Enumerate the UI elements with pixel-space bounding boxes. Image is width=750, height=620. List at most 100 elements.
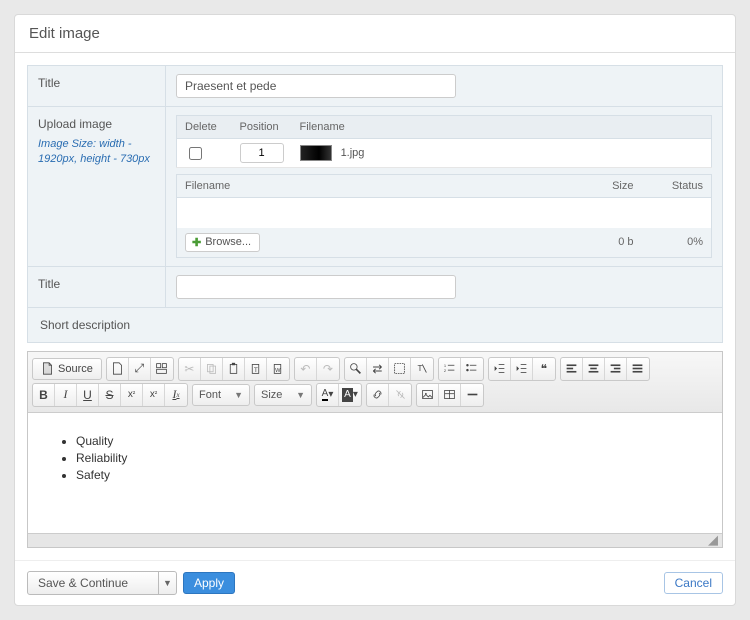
cut-icon[interactable]: ✂	[179, 358, 201, 380]
size-label: Size	[261, 389, 282, 401]
content-title-2	[166, 267, 722, 307]
newpage-icon[interactable]	[107, 358, 129, 380]
upload-dropzone[interactable]	[177, 198, 712, 228]
chevron-down-icon: ▼	[296, 390, 305, 400]
paste-icon[interactable]	[223, 358, 245, 380]
size-dropdown[interactable]: Size ▼	[254, 384, 312, 406]
svg-text:W: W	[275, 368, 281, 374]
rich-text-editor: Source ⤢ ✂	[27, 351, 723, 548]
label-title-1: Title	[28, 66, 166, 106]
content-upload: Delete Position Filename 1.jpg	[166, 107, 722, 266]
textcolor-icon[interactable]: A▾	[317, 384, 339, 406]
save-continue-select[interactable]: Save & Continue ▼	[27, 571, 177, 595]
position-input[interactable]	[240, 143, 284, 163]
source-button[interactable]: Source	[32, 358, 102, 380]
list-item: Safety	[76, 468, 692, 482]
svg-text:T: T	[418, 364, 423, 373]
indent-icon[interactable]	[511, 358, 533, 380]
up-col-status: Status	[642, 175, 712, 198]
content-title-1	[166, 66, 722, 106]
bold-icon[interactable]: B	[33, 384, 55, 406]
col-filename: Filename	[292, 116, 512, 139]
edit-image-panel: Edit image Title Upload image Image Size…	[14, 14, 736, 606]
apply-button[interactable]: Apply	[183, 572, 235, 594]
bullet-list: Quality Reliability Safety	[58, 434, 692, 482]
unlink-icon[interactable]	[389, 384, 411, 406]
browse-button[interactable]: ✚ Browse...	[185, 233, 260, 252]
source-label: Source	[58, 363, 93, 375]
browse-label: Browse...	[205, 236, 251, 248]
list-item: Reliability	[76, 451, 692, 465]
row-title-1: Title	[27, 65, 723, 107]
images-table: Delete Position Filename 1.jpg	[176, 115, 712, 168]
table-row: 1.jpg	[177, 139, 712, 168]
row-title-2: Title	[27, 267, 723, 308]
plus-icon: ✚	[192, 236, 201, 249]
upload-hint: Image Size: width - 1920px, height - 730…	[38, 137, 155, 167]
label-upload: Upload image Image Size: width - 1920px,…	[28, 107, 166, 266]
undo-icon[interactable]: ↶	[295, 358, 317, 380]
font-label: Font	[199, 389, 221, 401]
align-justify-icon[interactable]	[627, 358, 649, 380]
image-icon[interactable]	[417, 384, 439, 406]
file-icon	[41, 362, 54, 375]
svg-text:T: T	[254, 367, 258, 374]
panel-title: Edit image	[15, 15, 735, 53]
col-delete: Delete	[177, 116, 232, 139]
strike-icon[interactable]: S	[99, 384, 121, 406]
hr-icon[interactable]	[461, 384, 483, 406]
cancel-button[interactable]: Cancel	[664, 572, 723, 594]
link-icon[interactable]	[367, 384, 389, 406]
redo-icon[interactable]: ↷	[317, 358, 339, 380]
up-col-filename: Filename	[177, 175, 572, 198]
subscript-icon[interactable]: x²	[121, 384, 143, 406]
bulleted-list-icon[interactable]	[461, 358, 483, 380]
align-right-icon[interactable]	[605, 358, 627, 380]
selectall-icon[interactable]	[389, 358, 411, 380]
blockquote-icon[interactable]: ❝	[533, 358, 555, 380]
list-item: Quality	[76, 434, 692, 448]
chevron-down-icon: ▼	[234, 390, 243, 400]
editor-toolbar: Source ⤢ ✂	[28, 352, 722, 413]
upload-total-status: 0%	[642, 228, 712, 258]
form-body: Title Upload image Image Size: width - 1…	[15, 53, 735, 560]
editor-content[interactable]: Quality Reliability Safety	[28, 413, 722, 533]
superscript-icon[interactable]: x²	[143, 384, 165, 406]
image-filename: 1.jpg	[341, 147, 365, 159]
clearformat-icon[interactable]: Ix	[165, 384, 187, 406]
up-col-size: Size	[572, 175, 642, 198]
uploader-table: Filename Size Status ✚	[176, 174, 712, 258]
image-thumbnail	[300, 145, 332, 161]
replace-icon[interactable]: ⇄	[367, 358, 389, 380]
paste-word-icon[interactable]: W	[267, 358, 289, 380]
find-icon[interactable]	[345, 358, 367, 380]
label-shortdesc: Short description	[27, 308, 723, 343]
svg-text:2: 2	[444, 368, 447, 373]
align-left-icon[interactable]	[561, 358, 583, 380]
removeformat-icon[interactable]: T	[411, 358, 433, 380]
copy-icon[interactable]	[201, 358, 223, 380]
upload-total-size: 0 b	[572, 228, 642, 258]
numbered-list-icon[interactable]: 12	[439, 358, 461, 380]
upload-label-text: Upload image	[38, 117, 112, 131]
bgcolor-icon[interactable]: A▾	[339, 384, 361, 406]
showblocks-icon[interactable]	[151, 358, 173, 380]
col-position: Position	[232, 116, 292, 139]
align-center-icon[interactable]	[583, 358, 605, 380]
title-input-2[interactable]	[176, 275, 456, 299]
maximize-icon[interactable]: ⤢	[129, 358, 151, 380]
form-footer: Save & Continue ▼ Apply Cancel	[15, 560, 735, 605]
delete-checkbox[interactable]	[189, 147, 202, 160]
title-input-1[interactable]	[176, 74, 456, 98]
editor-resize-handle[interactable]: ◢	[28, 533, 722, 547]
paste-text-icon[interactable]: T	[245, 358, 267, 380]
font-dropdown[interactable]: Font ▼	[192, 384, 250, 406]
label-title-2: Title	[28, 267, 166, 307]
underline-icon[interactable]: U	[77, 384, 99, 406]
table-icon[interactable]	[439, 384, 461, 406]
outdent-icon[interactable]	[489, 358, 511, 380]
italic-icon[interactable]: I	[55, 384, 77, 406]
row-upload: Upload image Image Size: width - 1920px,…	[27, 107, 723, 267]
chevron-down-icon[interactable]: ▼	[158, 571, 176, 595]
save-continue-label: Save & Continue	[28, 576, 158, 590]
